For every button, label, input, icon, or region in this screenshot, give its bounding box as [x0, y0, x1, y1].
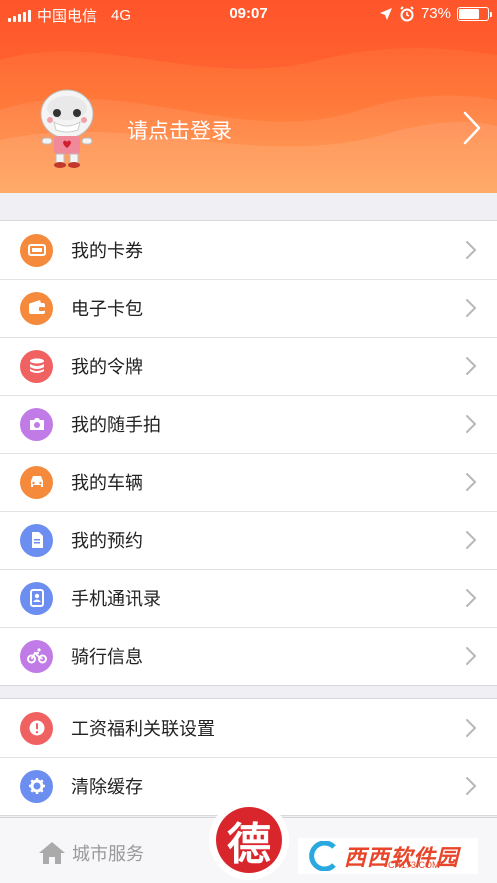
- database-icon: [20, 349, 53, 383]
- chevron-right-icon: [466, 357, 477, 375]
- menu-item-e-wallet[interactable]: 电子卡包: [0, 279, 497, 337]
- chevron-right-icon: [466, 531, 477, 549]
- menu-item-label: 清除缓存: [71, 777, 143, 797]
- profile-header: 中国电信 4G 09:07 73% 请点击登录: [0, 0, 497, 193]
- menu-item-my-vehicles[interactable]: 我的车辆: [0, 453, 497, 511]
- alarm-icon: [400, 5, 414, 21]
- chevron-right-icon: [466, 299, 477, 317]
- watermark-logo: 西西软件园 CR173.COM: [298, 838, 478, 874]
- menu-item-label: 工资福利关联设置: [71, 719, 215, 739]
- status-bar: 中国电信 4G 09:07 73%: [0, 0, 497, 28]
- car-icon: [20, 465, 53, 499]
- chevron-right-icon: [466, 241, 477, 259]
- location-arrow-icon: [379, 7, 392, 20]
- menu-item-label: 我的卡券: [71, 241, 143, 261]
- contacts-icon: [20, 581, 53, 615]
- menu-item-label: 我的随手拍: [71, 415, 161, 435]
- camera-icon: [20, 407, 53, 441]
- menu-section-main: 我的卡券 电子卡包 我的令牌 我的随手拍 我的车辆 我的预约 手机通讯录 骑行信…: [0, 220, 497, 686]
- watermark-subtext: CR173.COM: [388, 860, 440, 870]
- menu-section-settings: 工资福利关联设置 清除缓存: [0, 698, 497, 816]
- center-logo-button[interactable]: 德: [209, 800, 289, 880]
- menu-item-label: 我的预约: [71, 531, 143, 551]
- battery-fill: [459, 8, 479, 19]
- tab-city-services[interactable]: 城市服务: [38, 840, 144, 866]
- avatar[interactable]: [32, 86, 102, 168]
- chevron-right-icon: [466, 647, 477, 665]
- chevron-right-icon: [466, 589, 477, 607]
- tab-label: 城市服务: [72, 844, 144, 864]
- battery-icon: [457, 6, 492, 21]
- login-prompt[interactable]: 请点击登录: [127, 115, 232, 145]
- menu-item-my-token[interactable]: 我的令牌: [0, 337, 497, 395]
- home-icon: [39, 842, 65, 864]
- watermark-c-icon: [309, 841, 336, 871]
- menu-item-cycling-info[interactable]: 骑行信息: [0, 627, 497, 685]
- card-icon: [20, 233, 53, 267]
- chevron-right-icon: [466, 415, 477, 433]
- chevron-right-icon: [466, 473, 477, 491]
- chevron-right-icon: [466, 719, 477, 737]
- chevron-right-icon[interactable]: [461, 110, 483, 146]
- gear-icon: [20, 769, 53, 803]
- menu-item-label: 手机通讯录: [71, 589, 161, 609]
- document-icon: [20, 523, 53, 557]
- alert-icon: [20, 711, 53, 745]
- menu-item-my-appointments[interactable]: 我的预约: [0, 511, 497, 569]
- menu-item-label: 骑行信息: [71, 647, 143, 667]
- de-logo-icon: 德: [216, 807, 282, 873]
- menu-item-phone-contacts[interactable]: 手机通讯录: [0, 569, 497, 627]
- menu-item-label: 我的车辆: [71, 473, 143, 493]
- bicycle-icon: [20, 639, 53, 673]
- wallet-icon: [20, 291, 53, 325]
- menu-item-salary-settings[interactable]: 工资福利关联设置: [0, 699, 497, 757]
- battery-percent: 73%: [420, 5, 451, 22]
- menu-item-label: 我的令牌: [71, 357, 143, 377]
- chevron-right-icon: [466, 777, 477, 795]
- menu-item-my-coupons[interactable]: 我的卡券: [0, 221, 497, 279]
- menu-item-label: 电子卡包: [71, 299, 143, 319]
- menu-item-my-snapshot[interactable]: 我的随手拍: [0, 395, 497, 453]
